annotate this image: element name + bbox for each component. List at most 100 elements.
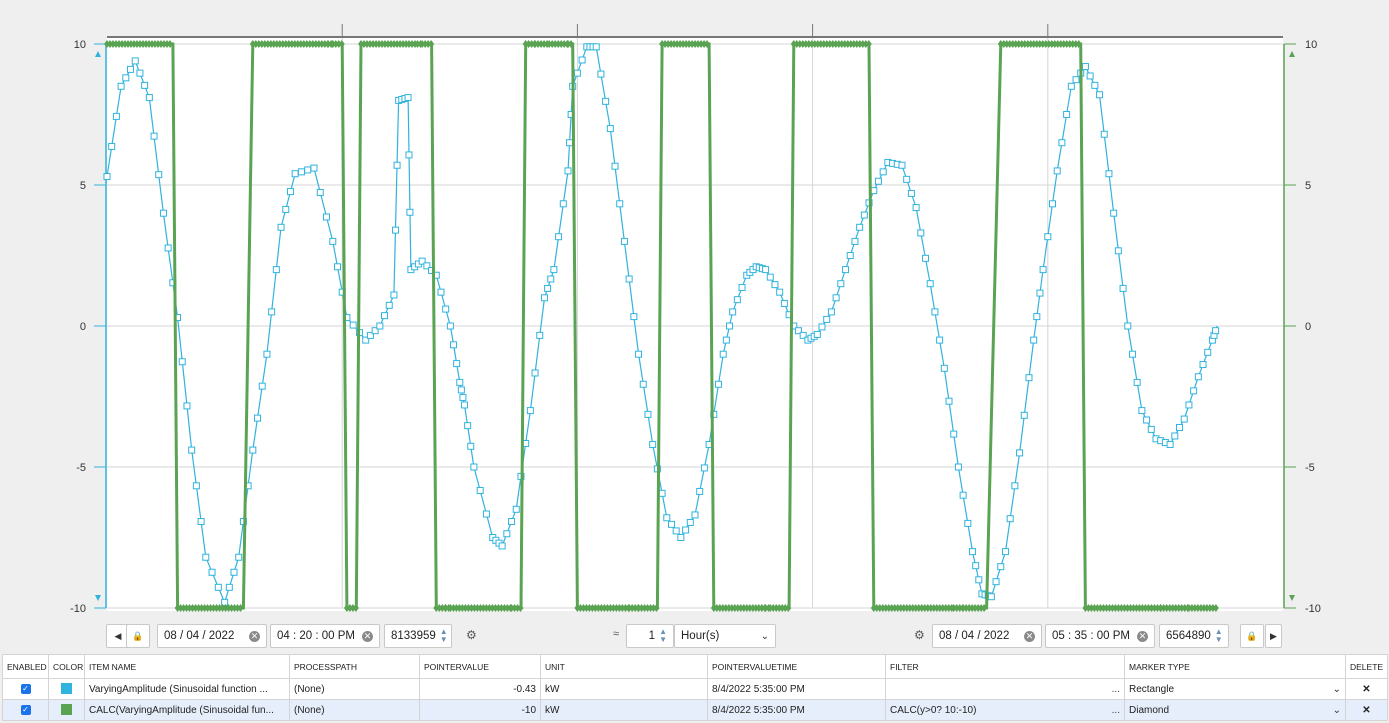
header-enabled[interactable]: ENABLED (2, 654, 49, 679)
data-point (931, 308, 939, 316)
data-point (392, 226, 400, 234)
header-color[interactable]: COLOR (48, 654, 85, 679)
filter-more[interactable]: ... (1112, 705, 1120, 716)
clear-icon[interactable]: ✕ (249, 630, 260, 642)
stepper-icon[interactable]: ▲ ▼ (1215, 628, 1223, 644)
header-item-name[interactable]: ITEM NAME (84, 654, 290, 679)
end-date-input[interactable]: 08 / 04 / 2022 ✕ (932, 624, 1042, 648)
data-point (393, 161, 401, 169)
data-point (329, 237, 337, 245)
color-swatch[interactable] (61, 704, 72, 716)
data-point (700, 464, 708, 472)
end-ticks-value: 6564890 (1166, 630, 1211, 642)
scroll-right-button[interactable]: ▶ (1265, 624, 1282, 648)
delete-icon[interactable]: ✕ (1345, 678, 1388, 700)
start-date-input[interactable]: 08 / 04 / 2022 ✕ (157, 624, 267, 648)
header-filter[interactable]: FILTER (885, 654, 1125, 679)
data-point (860, 211, 868, 219)
data-point (635, 350, 643, 358)
data-point (856, 223, 864, 231)
interval-value-stepper[interactable]: 1 ▲ ▼ (626, 624, 674, 648)
data-point (225, 583, 233, 591)
filter-cell[interactable]: ... (885, 678, 1125, 700)
delete-icon[interactable]: ✕ (1345, 699, 1388, 721)
data-point (725, 322, 733, 330)
data-point (945, 397, 953, 405)
data-point (566, 139, 574, 147)
data-point (450, 341, 458, 349)
data-point (498, 542, 506, 550)
data-point (620, 237, 628, 245)
header-delete[interactable]: DELETE (1345, 654, 1388, 679)
pointervaluetime-cell: 8/4/2022 5:35:00 PM (707, 699, 886, 721)
end-time-input[interactable]: 05 : 35 : 00 PM ✕ (1045, 624, 1155, 648)
data-point (1204, 348, 1212, 356)
data-point (437, 288, 445, 296)
data-point (917, 229, 925, 237)
start-time-input[interactable]: 04 : 20 : 00 PM ✕ (270, 624, 380, 648)
header-unit[interactable]: UNIT (540, 654, 708, 679)
data-point (602, 97, 610, 105)
right-tick-label: -10 (1305, 603, 1321, 615)
header-processpath[interactable]: PROCESSPATH (289, 654, 420, 679)
stepper-icon[interactable]: ▲ ▼ (440, 628, 448, 644)
data-point (846, 252, 854, 259)
data-point (1212, 327, 1220, 335)
left-tick-label: 10 (74, 39, 86, 51)
lock-end-button[interactable]: 🔒 (1240, 624, 1264, 648)
data-point (1036, 289, 1044, 297)
filter-cell[interactable]: CALC(y>0? 10:-10)... (885, 699, 1125, 721)
pointervalue-cell: -0.43 (419, 678, 541, 700)
data-point (459, 393, 467, 401)
data-point (564, 167, 572, 175)
series-table: ENABLED COLOR ITEM NAME PROCESSPATH POIN… (2, 654, 1388, 721)
header-marker-type[interactable]: MARKER TYPE (1124, 654, 1346, 679)
data-point (286, 188, 294, 196)
marker-type-select[interactable]: Rectangle ⌄ (1124, 678, 1346, 700)
data-point (578, 56, 586, 64)
pointervaluetime-cell: 8/4/2022 5:35:00 PM (707, 678, 886, 700)
data-point (975, 576, 983, 584)
item-name-cell: VaryingAmplitude (Sinusoidal function ..… (84, 678, 290, 700)
color-swatch[interactable] (61, 683, 72, 695)
data-point (188, 446, 196, 454)
data-point (333, 263, 341, 271)
data-point (1190, 387, 1198, 395)
header-pointervalue[interactable]: POINTERVALUE (419, 654, 541, 679)
data-point (136, 69, 144, 77)
enabled-checkbox[interactable]: ✓ (20, 683, 31, 694)
table-row[interactable]: ✓ CALC(VaryingAmplitude (Sinusoidal fun.… (2, 699, 1388, 721)
data-point (282, 205, 290, 213)
data-point (1011, 482, 1019, 490)
clear-icon[interactable]: ✕ (1024, 630, 1035, 642)
settings-icon[interactable]: ⚙ (914, 628, 925, 642)
enabled-checkbox[interactable]: ✓ (20, 704, 31, 715)
data-point (1044, 233, 1052, 241)
table-row[interactable]: ✓ VaryingAmplitude (Sinusoidal function … (2, 678, 1388, 700)
interval-unit-select[interactable]: Hour(s) ⌄ (674, 624, 776, 648)
data-point (178, 358, 186, 366)
data-point (291, 170, 299, 178)
stepper-icon[interactable]: ▲ ▼ (659, 628, 667, 644)
data-point (1185, 401, 1193, 409)
lock-start-button[interactable]: 🔒 (126, 624, 150, 648)
marker-type-select[interactable]: Diamond ⌄ (1124, 699, 1346, 721)
data-point (464, 422, 472, 430)
clear-icon[interactable]: ✕ (362, 630, 373, 642)
settings-icon[interactable]: ⚙ (466, 628, 477, 642)
data-point (467, 442, 475, 450)
trend-chart[interactable]: 10 5 0 -5 -10 10 5 0 -5 -10 (0, 0, 1389, 618)
clear-icon[interactable]: ✕ (1137, 630, 1148, 642)
data-point (316, 189, 324, 197)
data-point (827, 308, 835, 316)
data-point (677, 534, 685, 541)
end-time-value: 05 : 35 : 00 PM (1052, 630, 1130, 642)
data-point (1091, 81, 1099, 89)
data-point (762, 266, 770, 274)
data-point (729, 308, 737, 316)
header-pointervaluetime[interactable]: POINTERVALUETIME (707, 654, 886, 679)
end-ticks-input[interactable]: 6564890 ▲ ▼ (1159, 624, 1229, 648)
data-point (940, 364, 948, 372)
filter-more[interactable]: ... (1112, 684, 1120, 695)
start-ticks-input[interactable]: 8133959 ▲ ▼ (384, 624, 452, 648)
